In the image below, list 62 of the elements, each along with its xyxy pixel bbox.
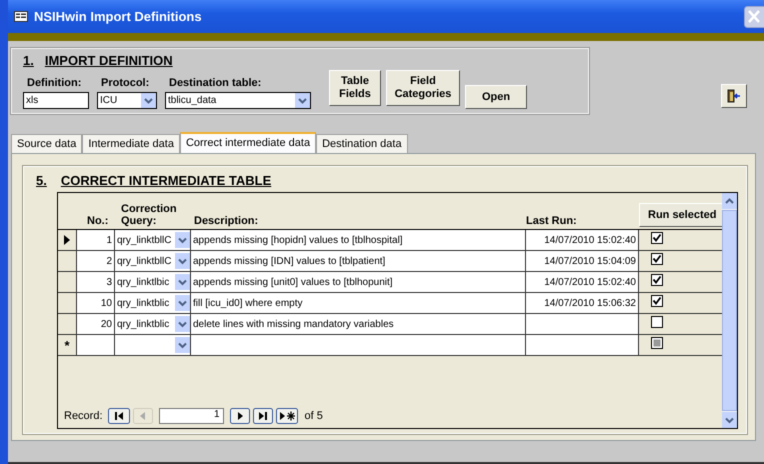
scroll-up-icon[interactable] [722, 193, 737, 209]
table-cell: appends missing [IDN] values to [tblpatient] [191, 251, 526, 271]
query-dropdown[interactable]: qry_linktlbic [115, 272, 191, 292]
tab[interactable]: Source data [11, 134, 82, 153]
table-cell: appends missing [unit0] values to [tblhopunit] [191, 272, 526, 292]
query-dropdown[interactable]: qry_linktblic [115, 314, 191, 334]
tab[interactable]: Correct intermediate data [180, 132, 316, 153]
query-dropdown[interactable]: qry_linktbllC [115, 251, 191, 271]
checkbox[interactable] [651, 274, 663, 286]
record-number-field[interactable]: 1 [158, 408, 224, 424]
column-header: No.: [86, 215, 110, 227]
query-dropdown[interactable]: qry_linktbllC [115, 230, 191, 250]
tab[interactable]: Intermediate data [82, 134, 180, 153]
column-header: Description: [193, 215, 260, 227]
checkbox[interactable] [651, 337, 663, 349]
scroll-down-icon[interactable] [722, 412, 737, 428]
next-record-button[interactable] [230, 408, 250, 424]
form-button[interactable]: Field Categories [386, 70, 460, 106]
table-cell: appends missing [hopidn] values to [tblhospital] [191, 230, 526, 250]
column-header: Correction Query: [120, 203, 178, 227]
form-icon [14, 11, 28, 22]
checkbox[interactable] [651, 232, 663, 244]
tab[interactable]: Destination data [316, 134, 408, 153]
window-title: NSIHwin Import Definitions [34, 9, 202, 24]
checkbox[interactable] [651, 253, 663, 265]
column-header: Last Run: [526, 215, 578, 227]
door-exit-icon [727, 89, 741, 103]
input-field[interactable]: xls [23, 92, 89, 109]
section-number: 5. [36, 173, 47, 188]
table-cell: 3 [77, 272, 115, 292]
exit-button[interactable] [721, 84, 747, 108]
field-label: Protocol: [100, 77, 150, 89]
query-dropdown[interactable]: qry_linktblic [115, 293, 191, 313]
last-record-button[interactable] [252, 408, 273, 424]
table-cell: 14/07/2010 15:02:40 [526, 272, 639, 292]
checkbox[interactable] [651, 295, 663, 307]
query-dropdown[interactable] [115, 335, 191, 355]
section-number: 1. [23, 53, 34, 68]
checkbox[interactable] [651, 316, 663, 328]
table-cell: delete lines with missing mandatory variables [191, 314, 526, 334]
table-cell: 20 [77, 314, 115, 334]
table-cell: 14/07/2010 15:02:40 [526, 230, 639, 250]
table-cell: 10 [77, 293, 115, 313]
section-heading: CORRECT INTERMEDIATE TABLE [60, 173, 272, 188]
table-cell: 1 [77, 230, 115, 250]
form-button[interactable]: Open [465, 85, 527, 109]
table-cell: 14/07/2010 15:04:09 [526, 251, 639, 271]
table-cell: 2 [77, 251, 115, 271]
field-label: Definition: [26, 77, 82, 89]
section-heading: IMPORT DEFINITION [44, 53, 173, 68]
new-record-marker: * [64, 338, 70, 352]
record-count: of 5 [304, 410, 323, 422]
first-record-button[interactable] [108, 408, 130, 424]
table-cell: fill [icu_id0] where empty [191, 293, 526, 313]
new-record-button[interactable] [276, 408, 298, 424]
current-record-icon [64, 235, 70, 245]
field-label: Destination table: [168, 77, 262, 89]
form-button[interactable]: Table Fields [329, 70, 381, 106]
table-cell: 14/07/2010 15:06:32 [526, 293, 639, 313]
dropdown-field[interactable]: ICU [97, 92, 157, 109]
dropdown-field[interactable]: tblicu_data [165, 92, 311, 109]
record-label: Record: [64, 410, 103, 422]
